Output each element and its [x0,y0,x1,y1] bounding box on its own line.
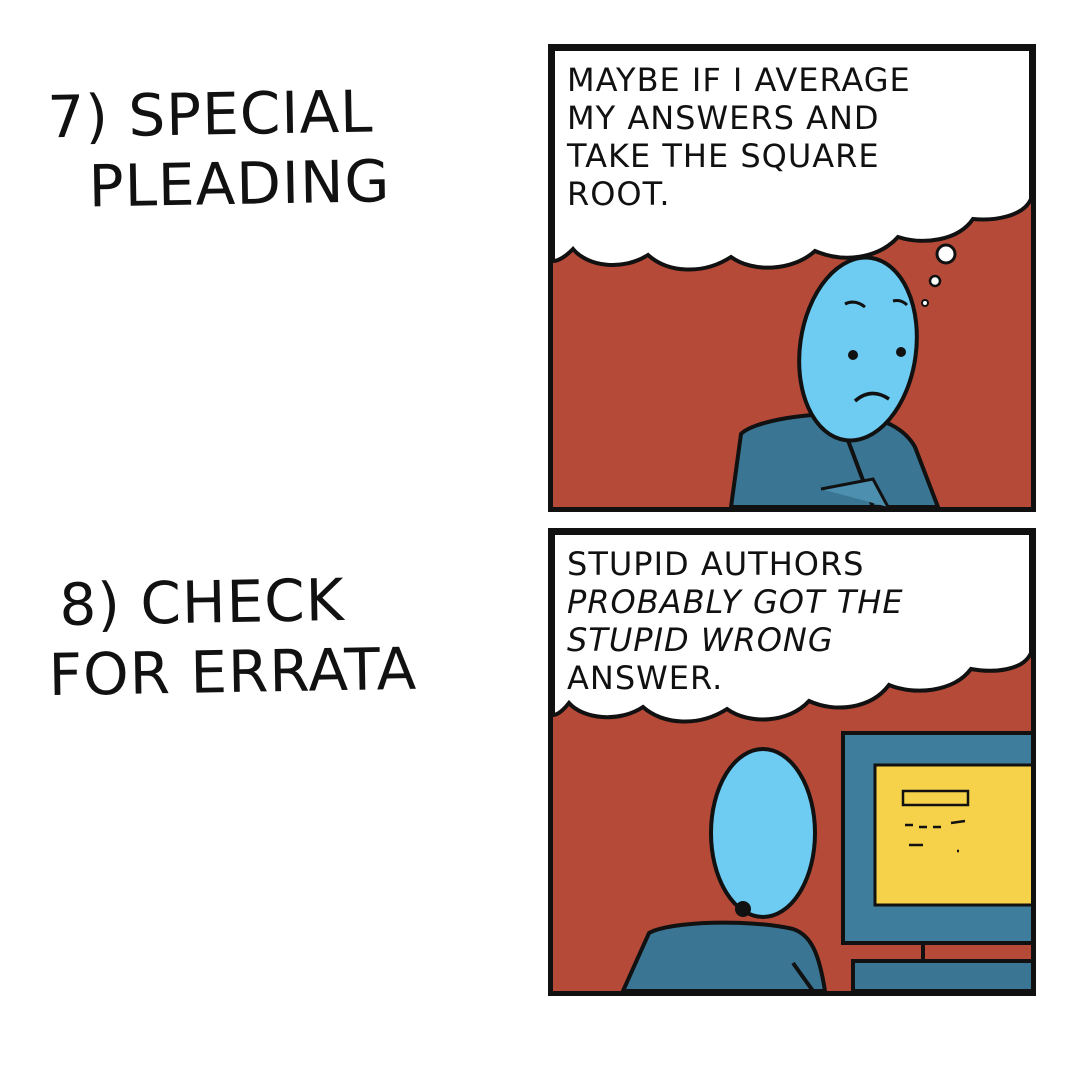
thought-8-line-4: ANSWER. [567,659,724,697]
thought-7-line-1: MAYBE IF I AVERAGE [567,61,911,99]
thought-dot [921,299,929,307]
thought-dot [928,274,942,288]
step-8-title: 8) CHECK FOR ERRATA [47,562,529,710]
thought-dot [935,243,957,265]
thought-8-line-3: STUPID WRONG [567,621,834,659]
step-7-title-line-1: 7) SPECIAL [46,77,374,152]
panel-check-errata: STUPID AUTHORS PROBABLY GOT THE STUPID W… [548,528,1036,996]
step-8-title-line-2: FOR ERRATA [48,634,418,710]
panel-special-pleading: MAYBE IF I AVERAGE MY ANSWERS AND TAKE T… [548,44,1036,512]
step-7-title-line-2: PLEADING [88,147,391,221]
step-7-title: 7) SPECIAL PLEADING [47,74,529,222]
monitor-screen [873,763,1031,907]
character-head [709,747,817,919]
thought-7-line-2: MY ANSWERS AND [567,99,880,137]
thought-8-line-2: PROBABLY GOT THE [567,583,904,621]
thought-text-7: MAYBE IF I AVERAGE MY ANSWERS AND TAKE T… [567,61,1027,213]
character-body [620,920,828,991]
thought-8-line-1: STUPID AUTHORS [567,545,865,583]
thought-7-line-4: ROOT. [567,175,671,213]
thought-7-line-3: TAKE THE SQUARE [567,137,880,175]
step-8-title-line-1: 8) CHECK [58,566,346,639]
thought-text-8: STUPID AUTHORS PROBABLY GOT THE STUPID W… [567,545,1027,697]
